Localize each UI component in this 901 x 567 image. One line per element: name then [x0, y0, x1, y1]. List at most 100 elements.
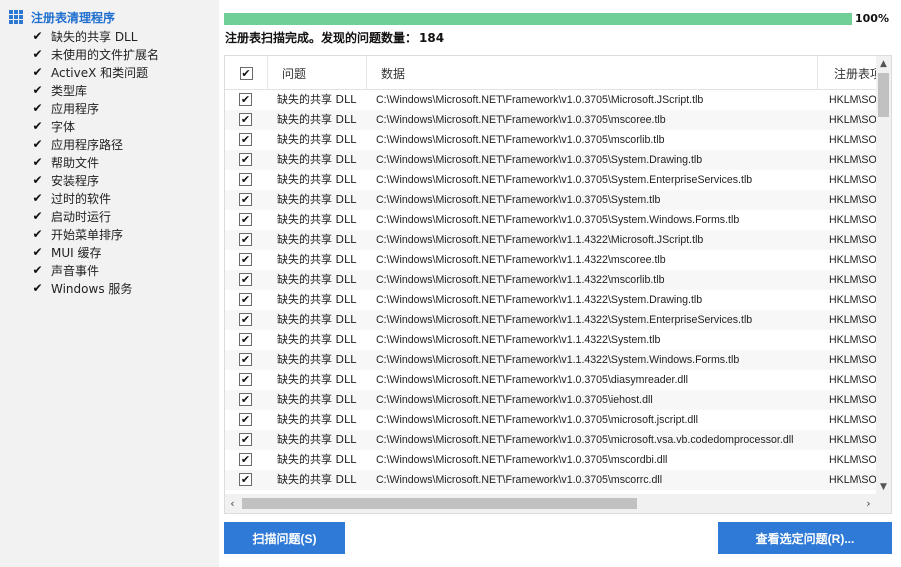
table-row[interactable]: ✔ 缺失的共享 DLL C:\Windows\Microsoft.NET\Frame… — [225, 330, 876, 350]
column-header-data[interactable]: 数据 — [367, 56, 818, 90]
review-selected-issues-button[interactable]: 查看选定问题(R)... — [718, 522, 892, 554]
table-row[interactable]: ✔ 缺失的共享 DLL C:\Windows\Microsoft.NET\Frame… — [225, 150, 876, 170]
select-all-checkbox[interactable]: ✔ — [239, 66, 253, 80]
row-checkbox[interactable]: ✔ — [239, 413, 252, 426]
cell-data: C:\Windows\Microsoft.NET\Framework\v1.0.… — [376, 434, 794, 446]
row-checkbox[interactable]: ✔ — [239, 373, 252, 386]
issues-table: ✔ 问题 数据 注册表项 ✔ 缺失的共享 DLL C:\Windows\Micros… — [224, 55, 892, 514]
table-row[interactable]: ✔ 缺失的共享 DLL C:\Windows\Microsoft.NET\Frame… — [225, 90, 876, 110]
sidebar-category-item[interactable]: ✔ 安装程序 — [31, 171, 159, 189]
sidebar-category-item[interactable]: ✔ 声音事件 — [31, 261, 159, 279]
check-icon[interactable]: ✔ — [31, 84, 44, 97]
sidebar-category-item[interactable]: ✔ 开始菜单排序 — [31, 225, 159, 243]
row-checkbox[interactable]: ✔ — [239, 273, 252, 286]
table-row[interactable]: ✔ 缺失的共享 DLL C:\Windows\Microsoft.NET\Frame… — [225, 410, 876, 430]
table-row[interactable]: ✔ 缺失的共享 DLL C:\Windows\Microsoft.NET\Frame… — [225, 310, 876, 330]
cell-registry-key: HKLM\SO — [829, 314, 876, 326]
check-icon[interactable]: ✔ — [31, 210, 44, 223]
vertical-scrollbar[interactable]: ▲ ▼ — [876, 56, 891, 494]
sidebar-category-list: ✔ 缺失的共享 DLL ✔ 未使用的文件扩展名 ✔ ActiveX 和类问题 ✔ 类型库 ✔ 应用… — [31, 27, 159, 297]
cell-data: C:\Windows\Microsoft.NET\Framework\v1.0.… — [376, 454, 668, 466]
table-row[interactable]: ✔ 缺失的共享 DLL C:\Windows\Microsoft.NET\Frame… — [225, 470, 876, 490]
vertical-scroll-thumb[interactable] — [878, 73, 889, 117]
table-row[interactable]: ✔ 缺失的共享 DLL C:\Windows\Microsoft.NET\Frame… — [225, 450, 876, 470]
horizontal-scrollbar[interactable]: ‹ › — [225, 494, 876, 513]
row-checkbox[interactable]: ✔ — [239, 193, 252, 206]
row-checkbox[interactable]: ✔ — [239, 153, 252, 166]
check-icon[interactable]: ✔ — [31, 282, 44, 295]
sidebar-category-item[interactable]: ✔ 应用程序路径 — [31, 135, 159, 153]
check-icon[interactable]: ✔ — [31, 228, 44, 241]
row-checkbox[interactable]: ✔ — [239, 213, 252, 226]
check-icon[interactable]: ✔ — [31, 30, 44, 43]
scroll-down-icon[interactable]: ▼ — [876, 479, 891, 494]
sidebar-category-item[interactable]: ✔ 缺失的共享 DLL — [31, 27, 159, 45]
table-row[interactable]: ✔ 缺失的共享 DLL C:\Windows\Microsoft.NET\Frame… — [225, 250, 876, 270]
cell-registry-key: HKLM\SO — [829, 254, 876, 266]
check-icon[interactable]: ✔ — [31, 174, 44, 187]
row-checkbox[interactable]: ✔ — [239, 393, 252, 406]
table-row[interactable]: ✔ 缺失的共享 DLL C:\Windows\Microsoft.NET\Frame… — [225, 390, 876, 410]
check-icon[interactable]: ✔ — [31, 120, 44, 133]
row-checkbox[interactable]: ✔ — [239, 133, 252, 146]
table-row[interactable]: ✔ 缺失的共享 DLL C:\Windows\Microsoft.NET\Frame… — [225, 290, 876, 310]
sidebar-category-label: 帮助文件 — [51, 155, 100, 170]
row-checkbox[interactable]: ✔ — [239, 473, 252, 486]
row-checkbox[interactable]: ✔ — [239, 113, 252, 126]
sidebar-category-item[interactable]: ✔ 未使用的文件扩展名 — [31, 45, 159, 63]
check-icon[interactable]: ✔ — [31, 138, 44, 151]
cell-data: C:\Windows\Microsoft.NET\Framework\v1.1.… — [376, 234, 704, 246]
row-checkbox[interactable]: ✔ — [239, 293, 252, 306]
cell-problem: 缺失的共享 DLL — [277, 353, 357, 366]
table-row[interactable]: ✔ 缺失的共享 DLL C:\Windows\Microsoft.NET\Frame… — [225, 130, 876, 150]
table-row[interactable]: ✔ 缺失的共享 DLL C:\Windows\Microsoft.NET\Frame… — [225, 370, 876, 390]
cell-registry-key: HKLM\SO — [829, 194, 876, 206]
sidebar-category-item[interactable]: ✔ 启动时运行 — [31, 207, 159, 225]
table-row[interactable]: ✔ 缺失的共享 DLL C:\Windows\Microsoft.NET\Frame… — [225, 210, 876, 230]
row-checkbox[interactable]: ✔ — [239, 353, 252, 366]
sidebar-category-item[interactable]: ✔ 类型库 — [31, 81, 159, 99]
sidebar-category-item[interactable]: ✔ Windows 服务 — [31, 279, 159, 297]
sidebar-title[interactable]: 注册表清理程序 — [9, 8, 115, 26]
row-checkbox[interactable]: ✔ — [239, 93, 252, 106]
sidebar-category-item[interactable]: ✔ 应用程序 — [31, 99, 159, 117]
cell-problem: 缺失的共享 DLL — [277, 293, 357, 306]
table-row[interactable]: ✔ 缺失的共享 DLL C:\Windows\Microsoft.NET\Frame… — [225, 110, 876, 130]
row-checkbox[interactable]: ✔ — [239, 433, 252, 446]
scroll-up-icon[interactable]: ▲ — [876, 56, 891, 71]
column-header-registry-key[interactable]: 注册表项 — [818, 56, 878, 90]
sidebar-category-item[interactable]: ✔ ActiveX 和类问题 — [31, 63, 159, 81]
row-checkbox[interactable]: ✔ — [239, 453, 252, 466]
horizontal-scroll-thumb[interactable] — [242, 498, 637, 509]
check-icon[interactable]: ✔ — [31, 192, 44, 205]
row-checkbox[interactable]: ✔ — [239, 313, 252, 326]
check-icon[interactable]: ✔ — [31, 66, 44, 79]
check-icon[interactable]: ✔ — [31, 48, 44, 61]
table-row[interactable]: ✔ 缺失的共享 DLL C:\Windows\Microsoft.NET\Frame… — [225, 270, 876, 290]
table-row[interactable]: ✔ 缺失的共享 DLL C:\Windows\Microsoft.NET\Frame… — [225, 190, 876, 210]
row-checkbox[interactable]: ✔ — [239, 253, 252, 266]
table-row[interactable]: ✔ 缺失的共享 DLL C:\Windows\Microsoft.NET\Frame… — [225, 350, 876, 370]
check-icon[interactable]: ✔ — [31, 246, 44, 259]
check-icon[interactable]: ✔ — [31, 156, 44, 169]
scan-issues-button[interactable]: 扫描问题(S) — [224, 522, 345, 554]
row-checkbox[interactable]: ✔ — [239, 173, 252, 186]
check-icon: ✔ — [240, 173, 251, 186]
column-header-problem[interactable]: 问题 — [268, 56, 367, 90]
table-row[interactable]: ✔ 缺失的共享 DLL C:\Windows\Microsoft.NET\Frame… — [225, 170, 876, 190]
scroll-right-icon[interactable]: › — [861, 494, 876, 513]
sidebar-category-item[interactable]: ✔ 帮助文件 — [31, 153, 159, 171]
table-row[interactable]: ✔ 缺失的共享 DLL C:\Windows\Microsoft.NET\Frame… — [225, 230, 876, 250]
sidebar-category-item[interactable]: ✔ 过时的软件 — [31, 189, 159, 207]
progress-percent: 100% — [855, 12, 889, 25]
cell-problem: 缺失的共享 DLL — [277, 193, 357, 206]
scroll-left-icon[interactable]: ‹ — [225, 494, 240, 513]
check-icon[interactable]: ✔ — [31, 264, 44, 277]
row-checkbox[interactable]: ✔ — [239, 333, 252, 346]
header-select-all[interactable]: ✔ — [225, 56, 268, 90]
row-checkbox[interactable]: ✔ — [239, 233, 252, 246]
sidebar-category-item[interactable]: ✔ MUI 缓存 — [31, 243, 159, 261]
sidebar-category-item[interactable]: ✔ 字体 — [31, 117, 159, 135]
check-icon[interactable]: ✔ — [31, 102, 44, 115]
table-row[interactable]: ✔ 缺失的共享 DLL C:\Windows\Microsoft.NET\Frame… — [225, 430, 876, 450]
